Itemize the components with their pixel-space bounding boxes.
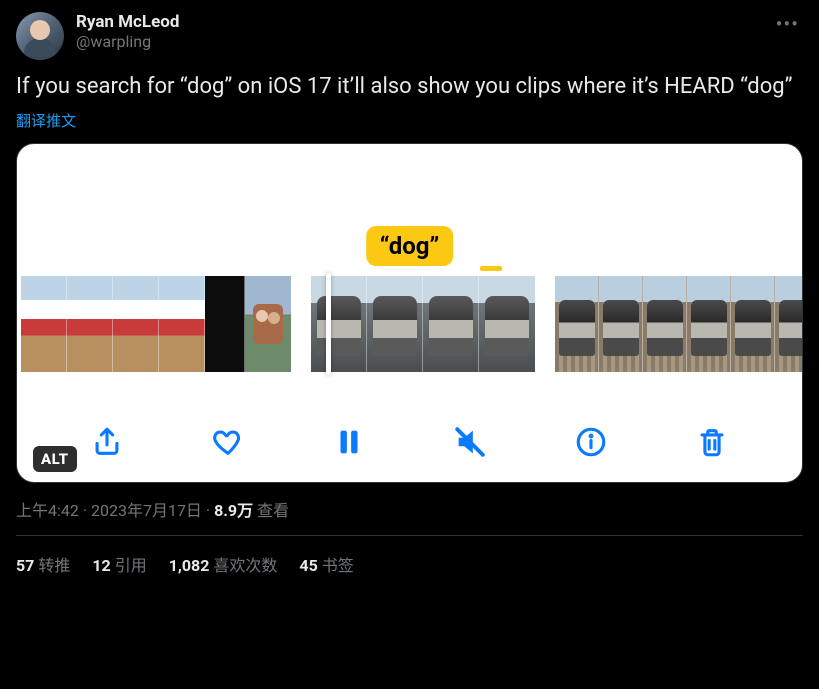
translate-link[interactable]: 翻译推文 <box>16 110 803 131</box>
clip-frame <box>67 276 113 372</box>
views-label: 查看 <box>257 501 289 520</box>
clip-frame <box>731 276 775 372</box>
tweet: Ryan McLeod @warpling ••• If you search … <box>0 0 819 588</box>
user-handle[interactable]: @warpling <box>76 32 760 51</box>
clip-frame <box>113 276 159 372</box>
meta-sep: · <box>202 501 214 520</box>
tweet-date[interactable]: 2023年7月17日 <box>91 501 202 520</box>
clip-frame <box>775 276 803 372</box>
user-block: Ryan McLeod @warpling <box>76 12 760 51</box>
playhead[interactable] <box>326 273 331 375</box>
quotes-count: 12 <box>92 556 110 575</box>
clip-frame <box>159 276 205 372</box>
clip-frame <box>367 276 423 372</box>
clip-frame <box>205 276 245 372</box>
views-count: 8.9万 <box>214 501 253 520</box>
media-attachment[interactable]: “dog” <box>16 143 803 483</box>
alt-badge[interactable]: ALT <box>33 446 77 472</box>
search-tag-marker <box>480 266 502 271</box>
bookmarks-label: 书签 <box>322 556 354 575</box>
likes-count: 1,082 <box>169 556 210 575</box>
quotes-stat[interactable]: 12 引用 <box>92 552 146 576</box>
clip-frame <box>555 276 599 372</box>
bookmarks-count: 45 <box>299 556 317 575</box>
pause-icon[interactable] <box>327 420 371 464</box>
tweet-stats: 57转推 12 引用 1,082喜欢次数 45 书签 <box>16 536 803 576</box>
display-name[interactable]: Ryan McLeod <box>76 12 760 32</box>
retweets-count: 57 <box>16 556 34 575</box>
more-menu-button[interactable]: ••• <box>772 12 803 36</box>
tweet-header: Ryan McLeod @warpling ••• <box>16 12 803 60</box>
retweets-label: 转推 <box>38 556 70 575</box>
likes-label: 喜欢次数 <box>213 556 277 575</box>
clip-group[interactable] <box>555 276 803 372</box>
tweet-text: If you search for “dog” on iOS 17 it’ll … <box>16 72 803 102</box>
trash-icon[interactable] <box>690 420 734 464</box>
clip-frame <box>643 276 687 372</box>
clip-frame <box>21 276 67 372</box>
tweet-meta: 上午4:42 · 2023年7月17日 · 8.9万 查看 <box>16 497 803 521</box>
clip-group[interactable] <box>311 276 535 372</box>
mute-icon[interactable] <box>448 420 492 464</box>
search-tag-bubble: “dog” <box>366 226 454 266</box>
media-toolbar <box>17 420 802 464</box>
meta-sep: · <box>79 501 91 520</box>
bookmarks-stat[interactable]: 45 书签 <box>299 552 353 576</box>
retweets-stat[interactable]: 57转推 <box>16 552 70 576</box>
clip-frame <box>423 276 479 372</box>
clip-frame <box>245 276 291 372</box>
tweet-time[interactable]: 上午4:42 <box>16 501 79 520</box>
clip-group[interactable] <box>21 276 291 372</box>
quotes-label: 引用 <box>115 556 147 575</box>
heart-icon[interactable] <box>206 420 250 464</box>
avatar[interactable] <box>16 12 64 60</box>
clip-frame <box>687 276 731 372</box>
video-timeline-strip <box>17 276 802 372</box>
share-icon[interactable] <box>85 420 129 464</box>
likes-stat[interactable]: 1,082喜欢次数 <box>169 552 278 576</box>
clip-frame <box>479 276 535 372</box>
clip-frame <box>599 276 643 372</box>
clip-frame <box>311 276 367 372</box>
info-icon[interactable] <box>569 420 613 464</box>
